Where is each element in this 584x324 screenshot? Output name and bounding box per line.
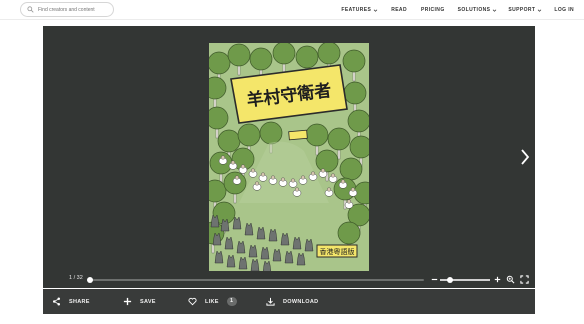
share-label: SHARE — [69, 298, 90, 305]
share-button[interactable]: SHARE — [52, 289, 90, 314]
plus-icon — [123, 297, 132, 306]
nav-support-label: SUPPORT — [508, 7, 536, 13]
top-navigation: FEATURES READ PRICING SOLUTIONS SUPPORT … — [0, 0, 584, 20]
search-box[interactable] — [20, 2, 114, 17]
zoom-slider[interactable] — [440, 277, 490, 283]
nav-solutions-label: SOLUTIONS — [457, 7, 491, 13]
fullscreen-icon[interactable] — [520, 275, 529, 284]
edition-badge: 香港粵語版 — [316, 244, 358, 258]
magnifier-icon[interactable] — [506, 275, 515, 284]
progress-handle[interactable] — [87, 277, 93, 283]
nav-pricing[interactable]: PRICING — [421, 7, 445, 13]
book-cover-page[interactable]: 羊村守衛者 香港粵語版 — [209, 43, 369, 271]
search-input[interactable] — [38, 6, 113, 13]
nav-features-label: FEATURES — [341, 7, 372, 13]
nav-solutions[interactable]: SOLUTIONS — [458, 7, 498, 13]
zoom-out-icon[interactable] — [430, 275, 439, 284]
save-button[interactable]: SAVE — [123, 289, 156, 314]
page-counter: 1 / 32 — [69, 275, 83, 281]
download-icon — [266, 297, 275, 306]
edition-label: 香港粵語版 — [320, 247, 355, 256]
chevron-down-icon — [493, 9, 497, 12]
next-page-arrow-icon[interactable] — [520, 148, 530, 166]
like-count-badge: 1 — [226, 297, 237, 306]
zoom-handle[interactable] — [447, 277, 453, 283]
search-icon — [27, 6, 34, 13]
like-button[interactable]: LIKE 1 — [188, 289, 237, 314]
viewer-controls: 1 / 32 — [43, 272, 535, 288]
nav-support[interactable]: SUPPORT — [508, 7, 542, 13]
nav-features[interactable]: FEATURES — [341, 7, 378, 13]
nav-login-label: LOG IN — [554, 7, 574, 13]
nav-read[interactable]: READ — [391, 7, 407, 13]
action-bar: SHARE SAVE LIKE 1 DOWNLOAD — [43, 289, 535, 314]
nav-pricing-label: PRICING — [420, 7, 445, 13]
nav-login[interactable]: LOG IN — [554, 7, 574, 13]
download-button[interactable]: DOWNLOAD — [266, 289, 318, 314]
save-label: SAVE — [140, 298, 156, 305]
chevron-down-icon — [538, 9, 542, 12]
page-progress-slider[interactable] — [87, 277, 424, 283]
document-viewer: 羊村守衛者 香港粵語版 1 / 32 — [43, 26, 535, 288]
book-cover-illustration: 羊村守衛者 香港粵語版 — [209, 43, 369, 271]
zoom-in-icon[interactable] — [493, 275, 502, 284]
like-label: LIKE — [205, 298, 219, 305]
nav-read-label: READ — [391, 7, 407, 13]
share-icon — [52, 297, 61, 306]
download-label: DOWNLOAD — [283, 298, 319, 305]
chevron-down-icon — [373, 9, 378, 12]
heart-icon — [188, 297, 197, 306]
main-nav: FEATURES READ PRICING SOLUTIONS SUPPORT … — [341, 0, 574, 20]
